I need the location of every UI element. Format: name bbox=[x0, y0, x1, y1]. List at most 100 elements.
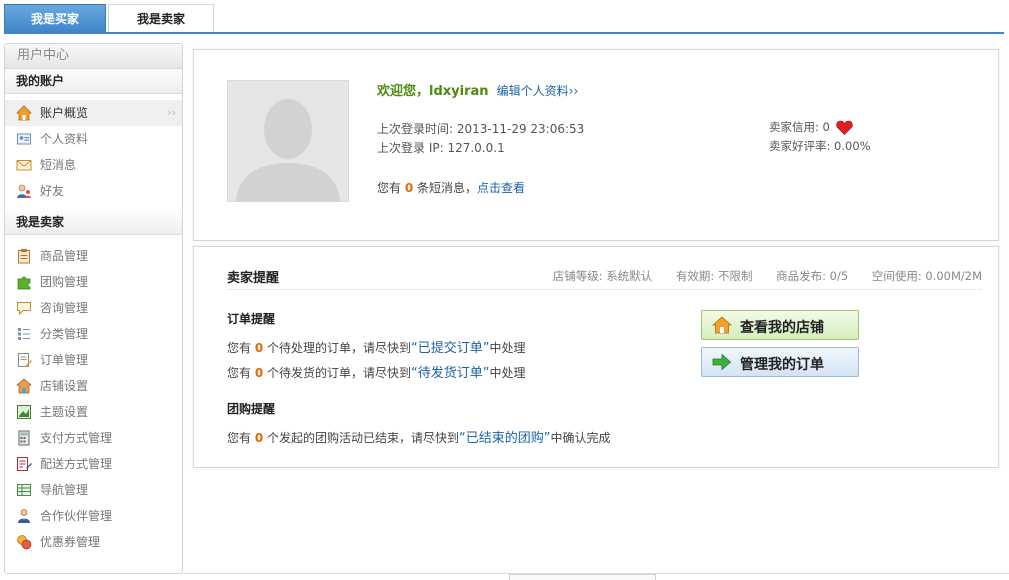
chevron-right-icon: ›› bbox=[167, 106, 176, 119]
sidebar-item-goods[interactable]: 商品管理 bbox=[5, 243, 182, 269]
line-text: 您有 bbox=[227, 341, 252, 355]
submitted-orders-link[interactable]: “已提交订单” bbox=[411, 341, 489, 356]
coupon-icon bbox=[17, 535, 32, 550]
sidebar-item-label: 导航管理 bbox=[40, 483, 89, 497]
line-text: 中确认完成 bbox=[550, 431, 611, 445]
sidebar-item-payment[interactable]: 支付方式管理 bbox=[5, 425, 182, 451]
sidebar-item-label: 主题设置 bbox=[40, 405, 89, 419]
theme-icon bbox=[17, 405, 31, 419]
line-text: 中处理 bbox=[489, 366, 526, 380]
msg-count: 0 bbox=[404, 181, 414, 195]
sidebar-item-account-overview[interactable]: 账户概览 ›› bbox=[5, 100, 182, 126]
view-my-store-button[interactable]: 查看我的店铺 bbox=[701, 310, 859, 340]
sidebar-item-label: 合作伙伴管理 bbox=[40, 509, 113, 523]
sidebar-item-label: 订单管理 bbox=[40, 353, 89, 367]
chat-bubble-icon bbox=[17, 302, 31, 316]
clipboard-icon bbox=[18, 249, 30, 264]
sidebar-item-label: 咨询管理 bbox=[40, 301, 89, 315]
sidebar-section-seller: 我是卖家 bbox=[5, 210, 182, 235]
store-level: 店铺等级: 系统默认 bbox=[552, 269, 653, 283]
sidebar-item-label: 短消息 bbox=[40, 158, 77, 172]
sidebar-item-label: 团购管理 bbox=[40, 275, 89, 289]
view-my-store-label: 查看我的店铺 bbox=[740, 320, 824, 336]
sidebar-item-coupons[interactable]: 优惠券管理 bbox=[5, 529, 182, 555]
sidebar-item-label: 优惠券管理 bbox=[40, 535, 101, 549]
groupbuy-reminder-title: 团购提醒 bbox=[227, 402, 276, 416]
heart-icon bbox=[835, 120, 853, 135]
sidebar-item-friends[interactable]: 好友 bbox=[5, 178, 182, 204]
view-messages-link[interactable]: 点击查看 bbox=[477, 181, 525, 195]
sidebar-item-label: 店铺设置 bbox=[40, 379, 89, 393]
delivery-icon bbox=[17, 457, 32, 471]
last-login-time: 上次登录时间: 2013-11-29 23:06:53 bbox=[377, 122, 585, 136]
line-text: 个待发货的订单，请尽快到 bbox=[267, 366, 412, 380]
to-ship-order-count: 0 bbox=[254, 366, 264, 380]
space-used: 空间使用: 0.00M/2M bbox=[871, 269, 982, 283]
sidebar-item-label: 好友 bbox=[40, 184, 65, 198]
welcome-line: 欢迎您，ldxyiran 编辑个人资料›› bbox=[377, 80, 578, 99]
sidebar-item-consult[interactable]: 咨询管理 bbox=[5, 295, 182, 321]
msg-mid: 条短消息， bbox=[417, 181, 478, 195]
home-icon bbox=[16, 105, 32, 121]
line-text: 您有 bbox=[227, 431, 252, 445]
sidebar-item-orders[interactable]: 订单管理 bbox=[5, 347, 182, 373]
sidebar-item-label: 商品管理 bbox=[40, 249, 89, 263]
table-icon bbox=[17, 484, 31, 496]
ended-groupbuy-count: 0 bbox=[254, 431, 264, 445]
order-reminder-title: 订单提醒 bbox=[227, 312, 276, 326]
puzzle-icon bbox=[17, 276, 31, 290]
sidebar-item-profile[interactable]: 个人资料 bbox=[5, 126, 182, 152]
sidebar-item-label: 支付方式管理 bbox=[40, 431, 113, 445]
goods-published: 商品发布: 0/5 bbox=[776, 269, 849, 283]
sidebar-item-messages[interactable]: 短消息 bbox=[5, 152, 182, 178]
sidebar-item-store-settings[interactable]: 店铺设置 bbox=[5, 373, 182, 399]
sidebar-title: 用户中心 bbox=[5, 44, 182, 69]
ended-groupbuy-link[interactable]: “已结束的团购” bbox=[459, 431, 550, 446]
envelope-icon bbox=[16, 160, 32, 171]
list-icon bbox=[18, 328, 30, 340]
home-icon bbox=[712, 316, 732, 334]
to-ship-orders-link[interactable]: “待发货订单” bbox=[411, 366, 489, 381]
arrow-right-icon bbox=[712, 353, 732, 371]
account-menu: 账户概览 ›› 个人资料 短消息 好友 bbox=[5, 94, 182, 210]
groupbuy-line: 您有 0 个发起的团购活动已结束，请尽快到“已结束的团购”中确认完成 bbox=[227, 427, 611, 446]
sidebar-item-category[interactable]: 分类管理 bbox=[5, 321, 182, 347]
sidebar: 用户中心 我的账户 账户概览 ›› 个人资料 短消息 好友 我是卖家 商品管理 … bbox=[4, 43, 183, 574]
welcome-text: 欢迎您， bbox=[377, 84, 430, 99]
sidebar-section-account: 我的账户 bbox=[5, 69, 182, 94]
order-line-shipping: 您有 0 个待发货的订单，请尽快到“待发货订单”中处理 bbox=[227, 362, 526, 381]
sidebar-item-partners[interactable]: 合作伙伴管理 bbox=[5, 503, 182, 529]
calculator-icon bbox=[18, 430, 30, 446]
tab-buyer[interactable]: 我是买家 bbox=[4, 4, 106, 32]
manage-my-orders-button[interactable]: 管理我的订单 bbox=[701, 347, 859, 377]
sidebar-item-navigation[interactable]: 导航管理 bbox=[5, 477, 182, 503]
sidebar-item-label: 个人资料 bbox=[40, 132, 89, 146]
sidebar-item-label: 分类管理 bbox=[40, 327, 89, 341]
pending-order-count: 0 bbox=[254, 341, 264, 355]
sidebar-item-theme[interactable]: 主题设置 bbox=[5, 399, 182, 425]
username: ldxyiran bbox=[429, 84, 489, 99]
store-validity: 有效期: 不限制 bbox=[675, 269, 753, 283]
sidebar-item-groupbuy[interactable]: 团购管理 bbox=[5, 269, 182, 295]
line-text: 个待处理的订单，请尽快到 bbox=[267, 341, 412, 355]
seller-credit: 卖家信用: 0 bbox=[769, 120, 830, 134]
sidebar-item-label: 账户概览 bbox=[40, 106, 89, 120]
line-text: 中处理 bbox=[489, 341, 526, 355]
sidebar-item-label: 配送方式管理 bbox=[40, 457, 113, 471]
sidebar-item-delivery[interactable]: 配送方式管理 bbox=[5, 451, 182, 477]
friends-icon bbox=[17, 184, 31, 198]
seller-reminder-panel: 卖家提醒 店铺等级: 系统默认 有效期: 不限制 商品发布: 0/5 空间使用:… bbox=[193, 246, 999, 468]
top-tabs: 我是买家 我是卖家 bbox=[4, 4, 1005, 32]
partner-icon bbox=[18, 509, 30, 523]
manage-my-orders-label: 管理我的订单 bbox=[740, 357, 824, 373]
tabs-underline bbox=[4, 32, 1004, 34]
seller-panel-title: 卖家提醒 bbox=[227, 271, 280, 286]
tab-seller[interactable]: 我是卖家 bbox=[108, 4, 214, 32]
login-info: 上次登录时间: 2013-11-29 23:06:53 上次登录 IP: 127… bbox=[377, 120, 584, 158]
order-line-pending: 您有 0 个待处理的订单，请尽快到“已提交订单”中处理 bbox=[227, 337, 526, 356]
msg-prefix: 您有 bbox=[377, 181, 402, 195]
edit-profile-link[interactable]: 编辑个人资料›› bbox=[497, 84, 579, 98]
avatar bbox=[227, 80, 349, 202]
default-avatar-icon bbox=[228, 81, 348, 201]
last-login-ip: 上次登录 IP: 127.0.0.1 bbox=[377, 141, 505, 155]
